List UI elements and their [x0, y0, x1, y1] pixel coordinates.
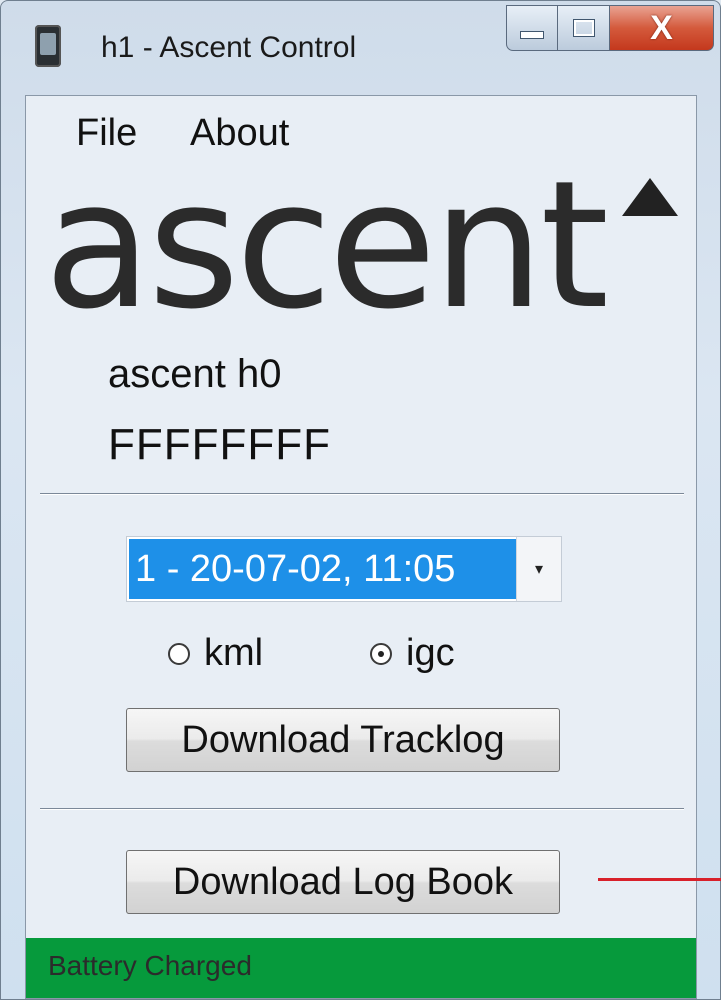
battery-status: Battery Charged	[48, 950, 252, 981]
radio-kml[interactable]: kml	[168, 632, 263, 675]
status-bar: Battery Charged	[26, 938, 696, 998]
separator	[40, 493, 684, 495]
title-bar[interactable]: h1 - Ascent Control X	[1, 1, 720, 89]
window-title: h1 - Ascent Control	[101, 31, 357, 64]
ascent-logo: ascent	[44, 143, 609, 348]
maximize-button[interactable]	[558, 5, 610, 51]
caption-buttons: X	[506, 5, 714, 53]
radio-kml-circle[interactable]	[168, 642, 190, 665]
close-button[interactable]: X	[610, 5, 714, 51]
tracklog-select[interactable]: 1 - 20-07-02, 11:05 ▾	[126, 536, 562, 602]
phone-device-icon	[35, 25, 61, 67]
annotation-pointer-line	[598, 878, 721, 881]
radio-kml-label[interactable]: kml	[204, 632, 263, 675]
download-logbook-button[interactable]: Download Log Book	[126, 850, 560, 914]
separator	[40, 808, 684, 810]
radio-igc[interactable]: igc	[370, 632, 455, 675]
tracklog-selected-value[interactable]: 1 - 20-07-02, 11:05	[129, 539, 517, 599]
radio-igc-circle[interactable]	[370, 642, 392, 665]
maximize-icon	[573, 20, 594, 36]
triangle-icon	[622, 178, 678, 216]
chevron-down-icon[interactable]: ▾	[516, 537, 561, 601]
minimize-button[interactable]	[506, 5, 558, 51]
close-icon: X	[650, 9, 673, 47]
download-tracklog-button[interactable]: Download Tracklog	[126, 708, 560, 772]
device-name: ascent h0	[108, 352, 282, 396]
radio-igc-label[interactable]: igc	[406, 632, 455, 675]
client-area: File About ascent ascent h0 FFFFFFFF 1 -…	[25, 95, 697, 999]
minimize-icon	[520, 31, 544, 39]
device-id: FFFFFFFF	[108, 420, 332, 469]
app-window: h1 - Ascent Control X File About ascent …	[0, 0, 721, 1000]
